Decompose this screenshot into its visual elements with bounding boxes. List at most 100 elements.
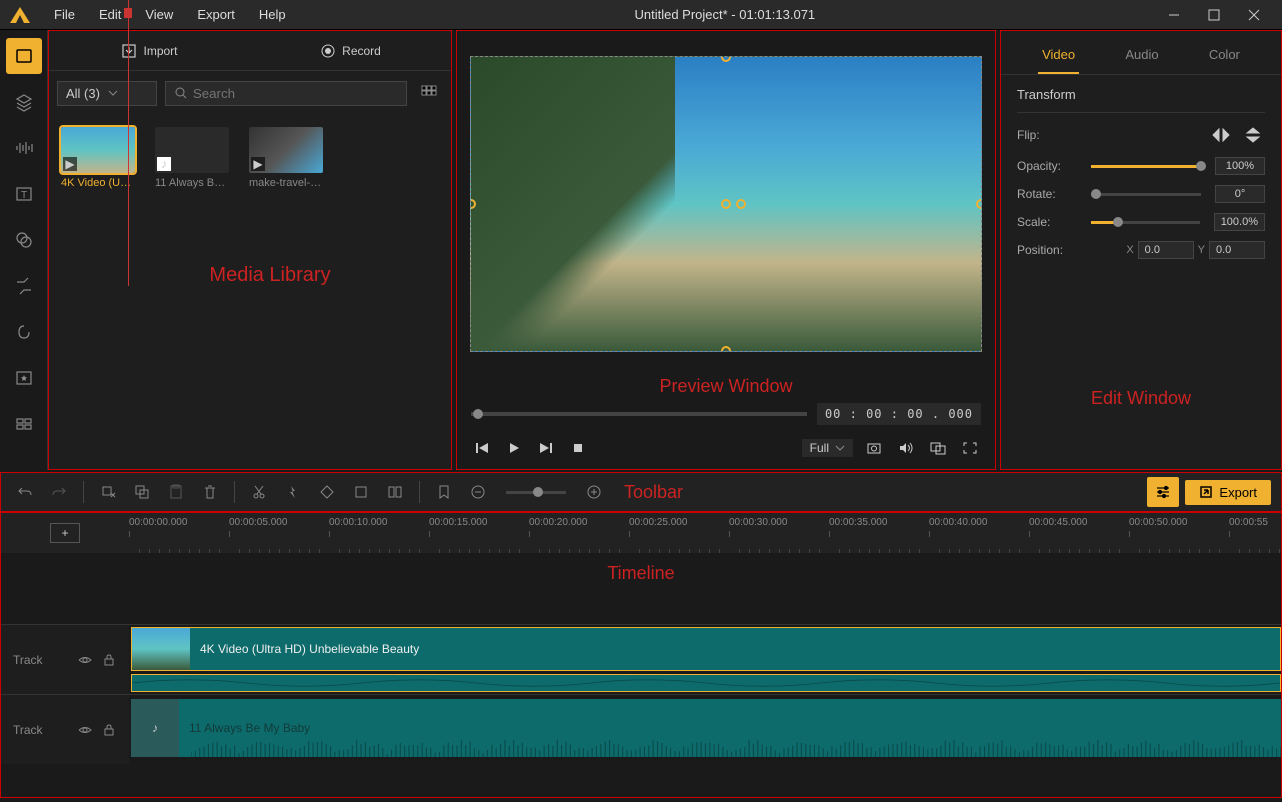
keyframe-button[interactable] [313, 478, 341, 506]
clip-video[interactable]: 4K Video (Ultra HD) Unbelievable Beauty [131, 627, 1281, 671]
toolbar: Toolbar Export [0, 472, 1282, 512]
rotate-slider[interactable] [1091, 193, 1201, 196]
close-button[interactable] [1234, 0, 1274, 30]
sidebar-more-icon[interactable] [6, 406, 42, 442]
zoom-slider[interactable] [506, 491, 566, 494]
track-visibility-icon[interactable] [77, 652, 93, 668]
label-scale: Scale: [1017, 215, 1077, 229]
minimize-button[interactable] [1154, 0, 1194, 30]
grid-view-button[interactable] [415, 79, 443, 107]
fullscreen-button[interactable] [959, 437, 981, 459]
app-logo-icon [8, 5, 32, 25]
sidebar-media-icon[interactable] [6, 38, 42, 74]
speed-button[interactable] [279, 478, 307, 506]
annotation-edit-window: Edit Window [1001, 388, 1281, 469]
menu-file[interactable]: File [44, 3, 85, 26]
window-title: Untitled Project* - 01:01:13.071 [296, 7, 1154, 22]
window-controls [1154, 0, 1274, 30]
add-marker-button[interactable] [94, 478, 122, 506]
media-item[interactable]: ▶ 4K Video (U… [61, 127, 141, 189]
import-button[interactable]: Import [49, 31, 250, 70]
zoom-in-button[interactable] [580, 478, 608, 506]
sidebar-text-icon[interactable]: T [6, 176, 42, 212]
sidebar-filters-icon[interactable] [6, 222, 42, 258]
chevron-down-icon [108, 88, 118, 98]
annotation-preview-window: Preview Window [457, 376, 995, 397]
play-button[interactable] [503, 437, 525, 459]
edit-panel: Video Audio Color Transform Flip: Opacit… [1000, 30, 1282, 470]
tab-color[interactable]: Color [1205, 41, 1244, 74]
crop-button[interactable] [347, 478, 375, 506]
timeline: + 00:00:00.00000:00:05.00000:00:10.00000… [0, 512, 1282, 798]
undo-button[interactable] [11, 478, 39, 506]
annotation-timeline: Timeline [1, 553, 1281, 594]
sidebar-elements-icon[interactable] [6, 314, 42, 350]
sidebar: T [0, 30, 48, 470]
menu-bar: File Edit View Export Help [44, 3, 296, 26]
compare-button[interactable] [927, 437, 949, 459]
time-ruler[interactable]: 00:00:00.00000:00:05.00000:00:10.00000:0… [129, 513, 1281, 553]
track-lock-icon[interactable] [101, 722, 117, 738]
menu-view[interactable]: View [135, 3, 183, 26]
annotation-media-library: Media Library [169, 264, 330, 407]
track-label-video: Track [1, 625, 129, 694]
snapshot-button[interactable] [863, 437, 885, 459]
track-label-audio: Track [1, 695, 129, 764]
volume-button[interactable] [895, 437, 917, 459]
menu-export[interactable]: Export [187, 3, 245, 26]
record-button[interactable]: Record [250, 31, 451, 70]
delete-button[interactable] [196, 478, 224, 506]
redo-button[interactable] [45, 478, 73, 506]
sidebar-transitions-icon[interactable] [6, 268, 42, 304]
opacity-value[interactable]: 100% [1215, 157, 1265, 175]
sidebar-templates-icon[interactable] [6, 360, 42, 396]
scale-value[interactable]: 100.0% [1214, 213, 1265, 231]
label-rotate: Rotate: [1017, 187, 1077, 201]
seek-slider[interactable] [471, 412, 807, 416]
split-screen-button[interactable] [381, 478, 409, 506]
titlebar: File Edit View Export Help Untitled Proj… [0, 0, 1282, 30]
media-item[interactable]: ▶ make-travel-… [249, 127, 329, 189]
prev-frame-button[interactable] [471, 437, 493, 459]
track-visibility-icon[interactable] [77, 722, 93, 738]
media-filter-dropdown[interactable]: All (3) [57, 81, 157, 106]
clip-audio[interactable]: ♪ 11 Always Be My Baby [131, 699, 1281, 757]
sidebar-audio-icon[interactable] [6, 130, 42, 166]
tab-video[interactable]: Video [1038, 41, 1079, 74]
sidebar-layers-icon[interactable] [6, 84, 42, 120]
track-video[interactable]: 4K Video (Ultra HD) Unbelievable Beauty [129, 625, 1281, 694]
position-x[interactable]: 0.0 [1138, 241, 1194, 259]
quality-dropdown[interactable]: Full [802, 439, 853, 457]
timecode: 00 : 00 : 00 . 000 [817, 403, 981, 425]
scale-slider[interactable] [1091, 221, 1200, 224]
tab-audio[interactable]: Audio [1121, 41, 1162, 74]
section-transform: Transform [1017, 87, 1265, 113]
cut-button[interactable] [245, 478, 273, 506]
search-input[interactable] [165, 81, 407, 106]
search-icon [174, 86, 187, 100]
track-audio[interactable]: ♪ 11 Always Be My Baby [129, 695, 1281, 764]
opacity-slider[interactable] [1091, 165, 1201, 168]
preview-canvas[interactable] [457, 31, 995, 376]
track-lock-icon[interactable] [101, 652, 117, 668]
export-button[interactable]: Export [1185, 480, 1271, 505]
media-panel: Import Record All (3) ▶ 4K Video (U… [48, 30, 452, 470]
copy-button[interactable] [128, 478, 156, 506]
label-flip: Flip: [1017, 128, 1077, 142]
zoom-out-button[interactable] [464, 478, 492, 506]
rotate-value[interactable]: 0° [1215, 185, 1265, 203]
settings-button[interactable] [1147, 477, 1179, 507]
next-frame-button[interactable] [535, 437, 557, 459]
annotation-toolbar: Toolbar [624, 482, 683, 503]
paste-button[interactable] [162, 478, 190, 506]
menu-help[interactable]: Help [249, 3, 296, 26]
position-y[interactable]: 0.0 [1209, 241, 1265, 259]
maximize-button[interactable] [1194, 0, 1234, 30]
flip-vertical-button[interactable] [1241, 123, 1265, 147]
flip-horizontal-button[interactable] [1209, 123, 1233, 147]
media-item[interactable]: ♪ 11 Always B… [155, 127, 235, 189]
marker-button[interactable] [430, 478, 458, 506]
stop-button[interactable] [567, 437, 589, 459]
label-position: Position: [1017, 243, 1077, 257]
add-track-button[interactable]: + [50, 523, 79, 543]
